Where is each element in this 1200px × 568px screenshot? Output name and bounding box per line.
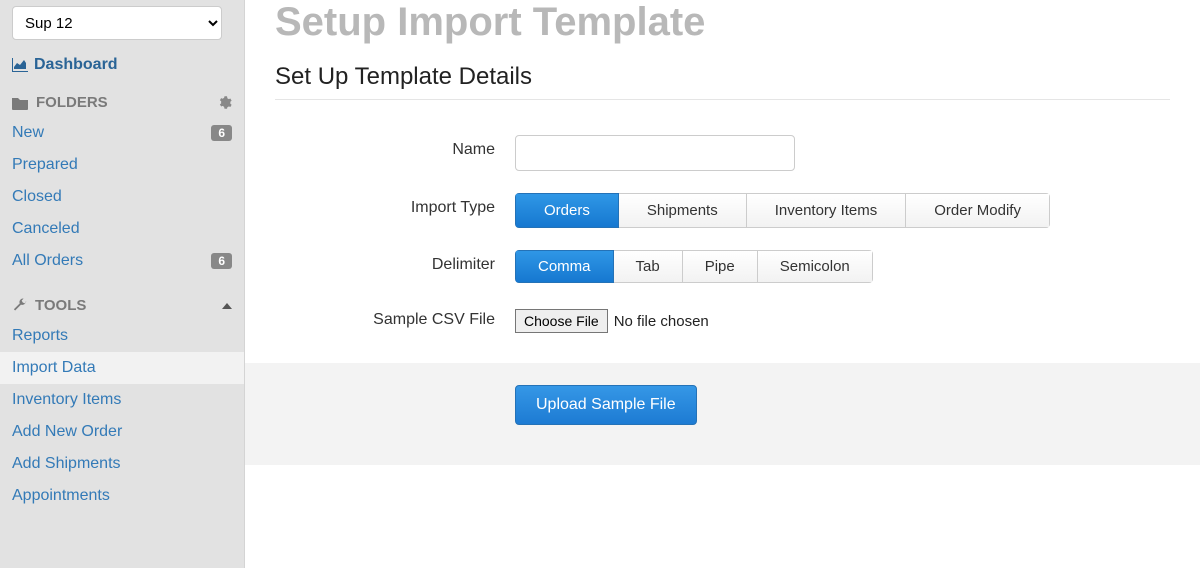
folder-item-prepared[interactable]: Prepared (0, 149, 244, 181)
tool-item-add-new-order[interactable]: Add New Order (0, 416, 244, 448)
badge: 6 (211, 253, 232, 269)
import-type-inventory-items[interactable]: Inventory Items (747, 193, 907, 228)
sidebar: Sup 12 Dashboard FOLDERS New 6 (0, 0, 245, 568)
page-title: Setup Import Template (275, 0, 1170, 45)
label-name: Name (275, 135, 515, 159)
no-file-chosen-text: No file chosen (614, 313, 709, 330)
tool-item-import-data[interactable]: Import Data (0, 352, 244, 384)
tool-item-inventory-items[interactable]: Inventory Items (0, 384, 244, 416)
import-type-orders[interactable]: Orders (515, 193, 619, 228)
wrench-icon (12, 298, 27, 313)
import-type-order-modify[interactable]: Order Modify (906, 193, 1050, 228)
submit-area: Upload Sample File (245, 363, 1200, 465)
org-select[interactable]: Sup 12 (12, 6, 222, 40)
chart-area-icon (12, 58, 28, 72)
label-sample-csv: Sample CSV File (275, 305, 515, 329)
tool-item-appointments[interactable]: Appointments (0, 480, 244, 512)
folders-section-header: FOLDERS (0, 88, 244, 117)
import-type-group: Orders Shipments Inventory Items Order M… (515, 193, 1050, 228)
tool-item-reports[interactable]: Reports (0, 320, 244, 352)
folder-item-all-orders[interactable]: All Orders 6 (0, 245, 244, 277)
section-title: Set Up Template Details (275, 63, 1170, 91)
delimiter-group: Comma Tab Pipe Semicolon (515, 250, 873, 283)
upload-sample-file-button[interactable]: Upload Sample File (515, 385, 697, 425)
divider (275, 99, 1170, 100)
main-content: Setup Import Template Set Up Template De… (245, 0, 1200, 568)
dashboard-link[interactable]: Dashboard (0, 46, 244, 88)
delimiter-tab[interactable]: Tab (614, 250, 683, 283)
tool-item-add-shipments[interactable]: Add Shipments (0, 448, 244, 480)
import-type-shipments[interactable]: Shipments (619, 193, 747, 228)
tools-section-header: TOOLS (0, 291, 244, 320)
name-input[interactable] (515, 135, 795, 171)
folder-icon (12, 96, 28, 110)
choose-file-button[interactable]: Choose File (515, 309, 608, 333)
label-delimiter: Delimiter (275, 250, 515, 274)
label-import-type: Import Type (275, 193, 515, 217)
dashboard-label: Dashboard (34, 56, 118, 74)
badge: 6 (211, 125, 232, 141)
collapse-icon[interactable] (222, 301, 232, 311)
delimiter-comma[interactable]: Comma (515, 250, 614, 283)
folder-item-closed[interactable]: Closed (0, 181, 244, 213)
folder-item-new[interactable]: New 6 (0, 117, 244, 149)
folder-item-canceled[interactable]: Canceled (0, 213, 244, 245)
delimiter-semicolon[interactable]: Semicolon (758, 250, 873, 283)
gear-icon[interactable] (217, 95, 232, 110)
delimiter-pipe[interactable]: Pipe (683, 250, 758, 283)
